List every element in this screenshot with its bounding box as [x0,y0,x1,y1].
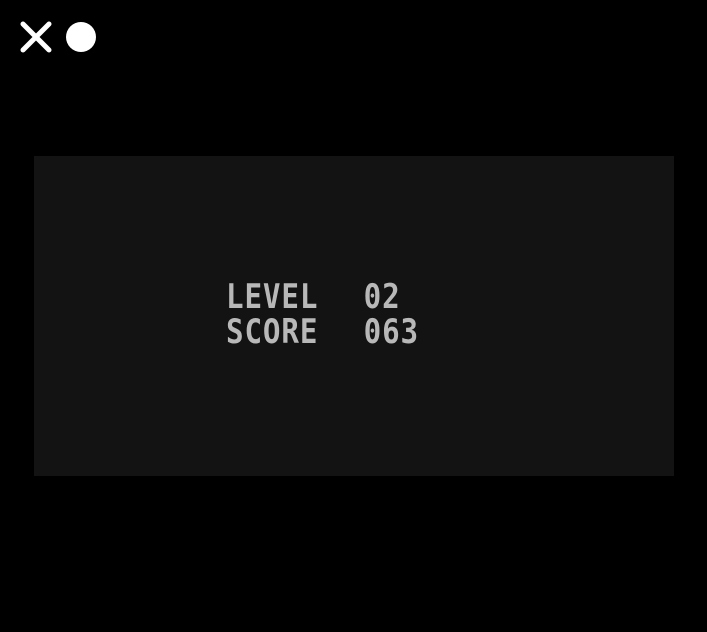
game-hud: LEVEL 02 SCORE 063 [226,280,450,350]
record-icon[interactable] [66,22,96,52]
level-value: 02 [363,277,401,317]
score-label: SCORE [226,312,319,352]
game-window: LEVEL 02 SCORE 063 [0,0,707,632]
level-row: LEVEL 02 [226,280,419,315]
level-label: LEVEL [226,277,319,317]
close-icon[interactable] [19,20,53,54]
score-value: 063 [363,312,420,352]
score-row: SCORE 063 [226,315,419,350]
